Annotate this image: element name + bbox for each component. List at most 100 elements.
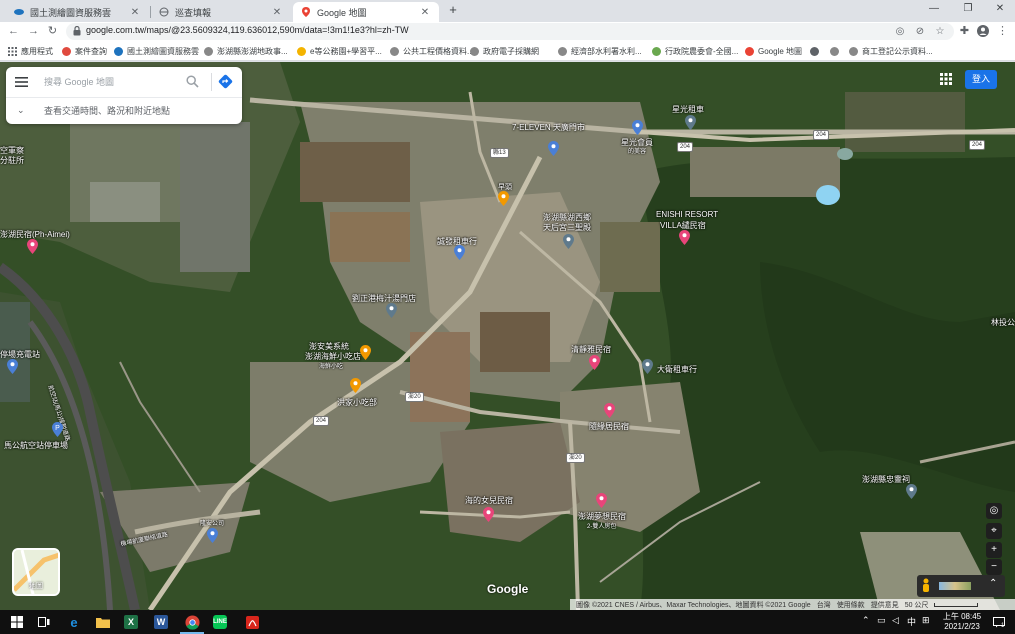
bookmark-water[interactable]: 經濟部水利署水利...: [558, 45, 642, 57]
shop-pin-icon[interactable]: [632, 120, 643, 135]
parking-pin-icon[interactable]: P: [52, 422, 63, 437]
zoom-out-button[interactable]: −: [986, 559, 1002, 575]
chevron-up-icon[interactable]: ⌃: [989, 578, 997, 589]
place-label[interactable]: ENISHI RESORT: [656, 210, 718, 219]
bookmark-penghu-land[interactable]: 澎湖縣澎湖地政事...: [204, 45, 288, 57]
hotel-pin-icon[interactable]: [596, 493, 607, 508]
search-input[interactable]: [44, 74, 184, 90]
chrome-icon[interactable]: [183, 613, 201, 631]
imagery-thumbnails[interactable]: [939, 582, 971, 590]
shrine-pin-icon[interactable]: [906, 484, 917, 499]
place-label[interactable]: 澎湖縣忠靈祠: [862, 474, 910, 485]
hotel-pin-icon[interactable]: [679, 230, 690, 245]
tab-nlsc[interactable]: 國土測繪圖資服務雲 ✕: [6, 2, 149, 22]
tab-patrol[interactable]: 巡查填報 ✕: [151, 2, 291, 22]
hamburger-menu-icon[interactable]: [15, 77, 28, 87]
terms-link[interactable]: 使用條款: [837, 600, 865, 610]
file-explorer-icon[interactable]: [94, 613, 112, 631]
restore-button[interactable]: ❐: [952, 0, 984, 18]
hotel-pin-icon[interactable]: [589, 355, 600, 370]
region-link[interactable]: 台灣: [817, 600, 831, 610]
bookmark-procurement[interactable]: 政府電子採購網: [470, 45, 539, 57]
restaurant-pin-icon[interactable]: [350, 378, 361, 393]
place-label[interactable]: 海的女兒民宿: [465, 495, 513, 506]
forward-button[interactable]: →: [26, 24, 41, 39]
place-label[interactable]: 洪家小吃部: [337, 397, 377, 408]
bookmark-elearning[interactable]: e等公務園+學習平...: [297, 45, 382, 57]
address-bar[interactable]: google.com.tw/maps/@23.5609324,119.63601…: [66, 23, 954, 40]
hotel-pin-icon[interactable]: [27, 239, 38, 254]
back-button[interactable]: ←: [6, 24, 21, 39]
place-label[interactable]: 劉正港梅汁湯門店: [352, 293, 416, 304]
network-icon[interactable]: ▭: [877, 615, 886, 626]
hotel-pin-icon[interactable]: [483, 507, 494, 522]
place-label[interactable]: 天后宮三聖殿: [543, 222, 591, 233]
charging-pin-icon[interactable]: [7, 359, 18, 374]
shop-pin-icon[interactable]: [386, 303, 397, 318]
bookmark-cloud[interactable]: [810, 45, 823, 57]
close-icon[interactable]: ✕: [419, 7, 431, 18]
search-icon[interactable]: [186, 75, 199, 88]
word-icon[interactable]: W: [154, 615, 168, 629]
restaurant-pin-icon[interactable]: [498, 191, 509, 206]
keyboard-icon[interactable]: ⊞: [922, 615, 930, 626]
place-label[interactable]: 停場充電站: [0, 349, 40, 360]
bookmark-globe[interactable]: [830, 45, 843, 57]
chevron-up-icon[interactable]: ⌃: [862, 615, 870, 626]
notification-icon[interactable]: 1: [990, 613, 1008, 631]
task-view-icon[interactable]: [35, 613, 53, 631]
excel-icon[interactable]: X: [124, 615, 138, 629]
acrobat-icon[interactable]: [243, 613, 261, 631]
google-apps-icon[interactable]: [940, 73, 952, 85]
place-label[interactable]: 馬公航空站停車場: [4, 440, 68, 451]
new-tab-button[interactable]: +: [446, 3, 460, 17]
bookmark-nlsc[interactable]: 國土測繪圖資服務雲: [114, 45, 199, 57]
bookmark-public-works[interactable]: 公共工程價格資料...: [390, 45, 474, 57]
feedback-link[interactable]: 提供意見: [871, 600, 899, 610]
eye-off-icon[interactable]: ⊘: [914, 26, 926, 38]
close-icon[interactable]: ✕: [129, 7, 141, 18]
close-window-button[interactable]: ✕: [984, 0, 1015, 18]
profile-icon[interactable]: [975, 24, 990, 39]
line-app-icon[interactable]: LINE: [213, 615, 227, 629]
location-icon[interactable]: ◎: [894, 26, 906, 38]
tab-google-maps[interactable]: Google 地圖 ✕: [293, 2, 439, 22]
place-label[interactable]: 大衛租車行: [657, 364, 697, 375]
reload-button[interactable]: ↻: [45, 24, 60, 39]
bookmark-business-reg[interactable]: 商工登記公示資料...: [849, 45, 933, 57]
zoom-in-button[interactable]: +: [986, 542, 1002, 558]
globe-view-button[interactable]: ◎: [986, 503, 1002, 519]
extensions-icon[interactable]: ✚: [957, 24, 972, 39]
place-label[interactable]: 隨緣居民宿: [589, 421, 629, 432]
my-location-button[interactable]: ⌖: [986, 523, 1002, 539]
explore-nearby-link[interactable]: 查看交通時間、路況和附近地點: [44, 104, 170, 117]
sign-in-button[interactable]: 登入: [965, 70, 997, 89]
menu-dots-icon[interactable]: ⋮: [995, 24, 1010, 39]
system-clock[interactable]: 上午 08:45 2021/2/23: [942, 612, 982, 632]
hotel-pin-icon[interactable]: [604, 403, 615, 418]
restaurant-pin-icon[interactable]: [360, 345, 371, 360]
bus-stop-pin-icon[interactable]: [207, 528, 218, 543]
bookmark-case-query[interactable]: 案件查詢: [62, 45, 107, 57]
chevron-down-icon[interactable]: ⌄: [17, 105, 25, 116]
close-icon[interactable]: ✕: [271, 7, 283, 18]
ime-indicator[interactable]: 中: [907, 615, 916, 628]
windows-start-icon[interactable]: [8, 613, 26, 631]
pegman-icon[interactable]: [921, 578, 931, 594]
bookmark-apps[interactable]: 應用程式: [8, 45, 53, 57]
place-label[interactable]: 隆安公司: [200, 518, 224, 527]
volume-icon[interactable]: ◁: [892, 615, 899, 626]
scale-label[interactable]: 50 公尺: [905, 600, 929, 610]
directions-icon[interactable]: [218, 74, 233, 89]
shop-pin-icon[interactable]: [454, 245, 465, 260]
car-rental-pin-icon[interactable]: [685, 115, 696, 130]
car-rental-pin-icon[interactable]: [642, 359, 653, 374]
place-label[interactable]: 7-ELEVEN 天廣門市: [512, 122, 585, 133]
minimize-button[interactable]: —: [918, 0, 950, 18]
place-label[interactable]: 星光租車: [672, 104, 704, 115]
bus-stop-pin-icon[interactable]: [548, 141, 559, 156]
star-icon[interactable]: ☆: [934, 26, 946, 38]
bookmark-agri[interactable]: 行政院農委會-全國...: [652, 45, 738, 57]
satellite-map[interactable]: 星光租車 7-ELEVEN 天廣門市 星光會員 的美容 早頭 澎湖縣湖西鄉 天后…: [0, 62, 1015, 610]
bookmark-google-maps[interactable]: Google 地圖: [745, 45, 802, 57]
